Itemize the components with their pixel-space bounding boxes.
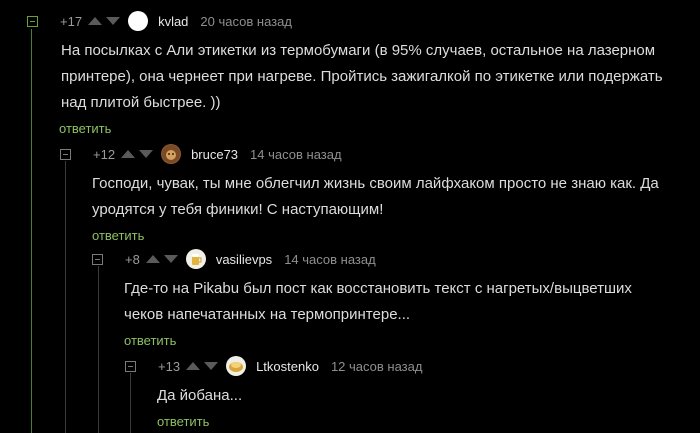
upvote-arrow-icon[interactable] xyxy=(121,150,136,158)
comment-timestamp[interactable]: 14 часов назад xyxy=(284,252,376,267)
comment-header: +12 bruce73 14 часов назад xyxy=(60,143,682,165)
comment-timestamp[interactable]: 20 часов назад xyxy=(200,14,292,29)
comment-text: На посылках с Али этикетки из термобумаг… xyxy=(61,42,663,111)
comment-header: +8 vasilievps 14 часов назад xyxy=(92,248,674,270)
comment-text: Да йобана... xyxy=(157,387,243,404)
avatar[interactable] xyxy=(185,249,206,269)
comment-author[interactable]: vasilievps xyxy=(216,252,272,267)
beer-avatar-icon xyxy=(191,254,202,265)
comment-text: Господи, чувак, ты мне облегчил жизнь св… xyxy=(92,175,659,218)
comment: +13 Ltkostenko 12 часов назад Да йобана.… xyxy=(125,355,677,431)
comment-rating: +8 xyxy=(125,251,140,267)
downvote-arrow-icon[interactable] xyxy=(139,150,154,158)
collapse-toggle-icon[interactable] xyxy=(92,253,103,265)
upvote-arrow-icon[interactable] xyxy=(186,362,201,370)
comment-rating: +17 xyxy=(60,13,83,29)
avatar[interactable] xyxy=(226,356,247,376)
comment-author[interactable]: kvlad xyxy=(158,14,188,29)
comment-timestamp[interactable]: 12 часов назад xyxy=(331,359,423,374)
upvote-arrow-icon[interactable] xyxy=(88,17,103,25)
comment-rating: +12 xyxy=(93,146,116,162)
comment-header: +13 Ltkostenko 12 часов назад xyxy=(125,355,677,377)
reply-link[interactable]: ответить xyxy=(92,228,144,243)
comment-timestamp[interactable]: 14 часов назад xyxy=(250,147,342,162)
comment: +12 bruce73 14 часов назад Господи, чува… xyxy=(60,143,682,245)
avatar[interactable] xyxy=(128,11,149,31)
collapse-toggle-icon[interactable] xyxy=(27,15,38,27)
comment-thread: +17 kvlad 20 часов назад На посылках с А… xyxy=(0,0,700,433)
comment: +17 kvlad 20 часов назад На посылках с А… xyxy=(27,10,681,138)
collapse-toggle-icon[interactable] xyxy=(60,148,71,160)
downvote-arrow-icon[interactable] xyxy=(204,362,219,370)
collapse-toggle-icon[interactable] xyxy=(125,360,136,372)
lion-avatar-icon xyxy=(162,145,181,163)
reply-link[interactable]: ответить xyxy=(124,333,176,348)
comment: +8 vasilievps 14 часов назад Где-то на P… xyxy=(92,248,674,350)
avatar[interactable] xyxy=(161,144,182,164)
downvote-arrow-icon[interactable] xyxy=(106,17,121,25)
downvote-arrow-icon[interactable] xyxy=(163,255,178,263)
reply-link[interactable]: ответить xyxy=(157,414,209,429)
comment-author[interactable]: Ltkostenko xyxy=(256,359,319,374)
reply-link[interactable]: ответить xyxy=(59,121,111,136)
comment-rating: +13 xyxy=(158,358,181,374)
comment-header: +17 kvlad 20 часов назад xyxy=(27,10,681,32)
upvote-arrow-icon[interactable] xyxy=(145,255,160,263)
food-avatar-icon xyxy=(229,362,244,372)
comment-author[interactable]: bruce73 xyxy=(191,147,238,162)
comment-text: Где-то на Pikabu был пост как восстанови… xyxy=(124,280,632,323)
